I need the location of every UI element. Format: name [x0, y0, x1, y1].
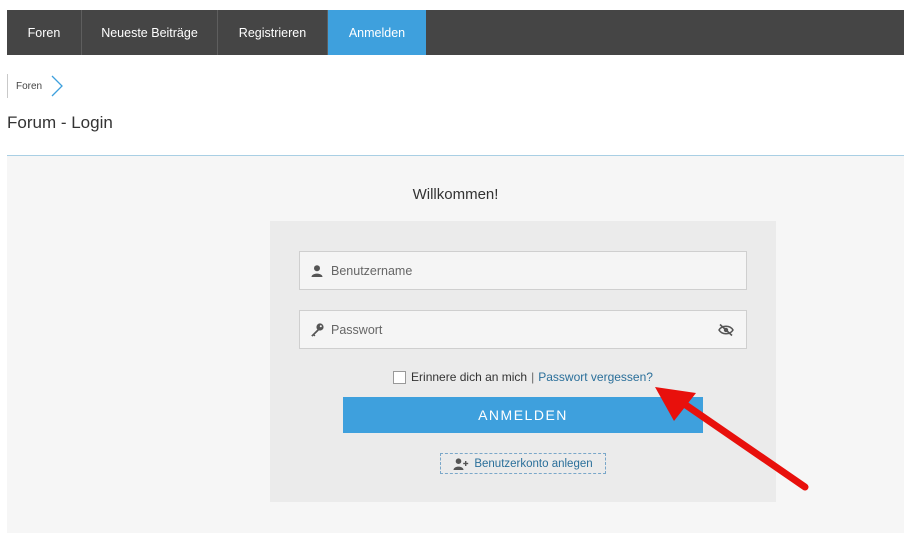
login-button[interactable]: ANMELDEN	[343, 397, 703, 433]
chevron-right-icon	[51, 75, 64, 97]
breadcrumb-item-foren[interactable]: Foren	[16, 81, 42, 92]
breadcrumb: Foren	[7, 74, 64, 98]
remember-checkbox[interactable]	[393, 370, 407, 384]
key-icon	[310, 322, 324, 337]
user-icon	[310, 264, 324, 278]
top-navigation: Foren Neueste Beiträge Registrieren Anme…	[7, 10, 904, 55]
username-input[interactable]	[331, 252, 746, 289]
remember-label[interactable]: Erinnere dich an mich	[411, 370, 527, 384]
user-plus-icon	[453, 457, 469, 470]
register-label: Benutzerkonto anlegen	[474, 457, 593, 470]
tab-registrieren[interactable]: Registrieren	[218, 10, 328, 55]
separator: |	[531, 370, 535, 384]
username-field	[299, 251, 747, 290]
password-input[interactable]	[331, 311, 718, 348]
annotation-arrow	[655, 387, 809, 491]
welcome-heading: Willkommen!	[412, 186, 499, 203]
tab-anmelden[interactable]: Anmelden	[328, 10, 426, 55]
password-field	[299, 310, 747, 349]
register-account-button[interactable]: Benutzerkonto anlegen	[440, 453, 606, 474]
eye-slash-icon[interactable]	[718, 322, 734, 338]
tab-foren[interactable]: Foren	[7, 10, 82, 55]
remember-row: Erinnere dich an mich | Passwort vergess…	[270, 370, 776, 384]
tab-neueste-beitraege[interactable]: Neueste Beiträge	[82, 10, 218, 55]
forgot-password-link[interactable]: Passwort vergessen?	[538, 370, 653, 384]
page-title: Forum - Login	[7, 113, 113, 132]
